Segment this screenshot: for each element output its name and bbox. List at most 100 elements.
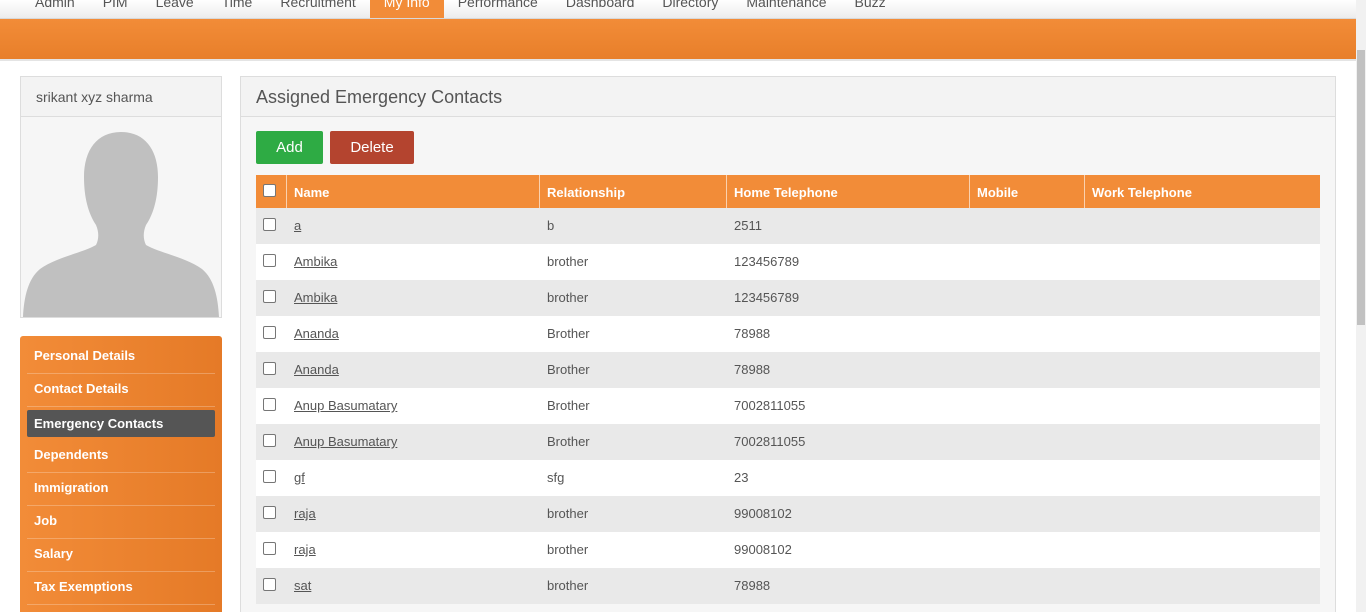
topnav-item-performance[interactable]: Performance xyxy=(444,0,552,18)
table-body: a b 2511 Ambika brother 123456789 Ambika brothe… xyxy=(256,208,1320,604)
topnav-item-buzz[interactable]: Buzz xyxy=(841,0,900,18)
table-row: Ananda Brother 78988 xyxy=(256,316,1320,352)
row-checkbox[interactable] xyxy=(263,470,276,483)
cell-work-telephone xyxy=(1085,424,1320,460)
cell-mobile xyxy=(970,316,1085,352)
cell-home-telephone: 99008102 xyxy=(734,542,792,557)
cell-work-telephone xyxy=(1085,568,1320,604)
add-button[interactable]: Add xyxy=(256,131,323,164)
cell-home-telephone: 123456789 xyxy=(734,254,800,269)
row-checkbox[interactable] xyxy=(263,290,276,303)
row-checkbox[interactable] xyxy=(263,254,276,267)
column-header-relationship[interactable]: Relationship xyxy=(540,175,727,208)
column-header-work-telephone[interactable]: Work Telephone xyxy=(1085,175,1320,208)
cell-mobile xyxy=(970,244,1085,280)
column-header-name[interactable]: Name xyxy=(287,175,540,208)
cell-name: sat xyxy=(287,568,540,604)
row-checkbox[interactable] xyxy=(263,218,276,231)
cell-home-telephone: 23 xyxy=(734,470,749,485)
top-menu: Admin PIM Leave Time Recruitment My Info Perfo… xyxy=(21,0,900,18)
table-row: sat brother 78988 xyxy=(256,568,1320,604)
delete-button[interactable]: Delete xyxy=(330,131,414,164)
sidebar-item-job[interactable]: Job xyxy=(27,506,215,539)
sidebar-item-immigration[interactable]: Immigration xyxy=(27,473,215,506)
top-navigation: Admin PIM Leave Time Recruitment My Info Perfo… xyxy=(0,0,1356,19)
row-checkbox[interactable] xyxy=(263,506,276,519)
cell-work-telephone xyxy=(1085,532,1320,568)
row-select-cell xyxy=(256,208,287,244)
table-row: raja brother 99008102 xyxy=(256,496,1320,532)
column-header-mobile[interactable]: Mobile xyxy=(970,175,1085,208)
avatar-silhouette-icon xyxy=(22,117,220,317)
header-select-cell xyxy=(256,175,287,208)
topnav-item-admin[interactable]: Admin xyxy=(21,0,89,18)
contact-name-link[interactable]: a xyxy=(294,218,301,233)
contact-name-link[interactable]: raja xyxy=(294,542,316,557)
profile-name: srikant xyz sharma xyxy=(21,77,221,117)
topnav-item-leave[interactable]: Leave xyxy=(142,0,208,18)
table-header: Name Relationship Home Telephone Mobile … xyxy=(256,175,1320,208)
sidebar-item-contact-details[interactable]: Contact Details xyxy=(27,374,215,407)
cell-mobile xyxy=(970,532,1085,568)
cell-work-telephone xyxy=(1085,460,1320,496)
contact-name-link[interactable]: Anup Basumatary xyxy=(294,398,397,413)
cell-work-telephone xyxy=(1085,352,1320,388)
cell-name: gf xyxy=(287,460,540,496)
cell-mobile xyxy=(970,388,1085,424)
cell-relationship: Brother xyxy=(547,398,590,413)
topnav-item-dashboard[interactable]: Dashboard xyxy=(552,0,649,18)
row-checkbox[interactable] xyxy=(263,398,276,411)
table-row: Ambika brother 123456789 xyxy=(256,280,1320,316)
avatar[interactable] xyxy=(22,117,220,317)
cell-relationship: Brother xyxy=(547,362,590,377)
cell-relationship: sfg xyxy=(547,470,565,485)
column-header-home-telephone[interactable]: Home Telephone xyxy=(727,175,970,208)
contact-name-link[interactable]: Ambika xyxy=(294,254,337,269)
contact-name-link[interactable]: Anup Basumatary xyxy=(294,434,397,449)
select-all-checkbox[interactable] xyxy=(263,184,276,197)
topnav-item-pim[interactable]: PIM xyxy=(89,0,142,18)
page-scrollbar[interactable] xyxy=(1356,0,1366,612)
row-checkbox[interactable] xyxy=(263,362,276,375)
contact-name-link[interactable]: Ananda xyxy=(294,362,339,377)
cell-name: raja xyxy=(287,496,540,532)
table-row: a b 2511 xyxy=(256,208,1320,244)
table-row: Ananda Brother 78988 xyxy=(256,352,1320,388)
cell-name: a xyxy=(287,208,540,244)
cell-relationship: brother xyxy=(547,506,589,521)
row-select-cell xyxy=(256,244,287,280)
row-checkbox[interactable] xyxy=(263,326,276,339)
contact-name-link[interactable]: Ambika xyxy=(294,290,337,305)
topnav-item-time[interactable]: Time xyxy=(208,0,267,18)
row-checkbox[interactable] xyxy=(263,542,276,555)
topnav-item-maintenance[interactable]: Maintenance xyxy=(732,0,840,18)
cell-mobile xyxy=(970,460,1085,496)
contact-name-link[interactable]: raja xyxy=(294,506,316,521)
contact-name-link[interactable]: gf xyxy=(294,470,305,485)
cell-work-telephone xyxy=(1085,496,1320,532)
sidebar-item-personal-details[interactable]: Personal Details xyxy=(27,341,215,374)
contact-name-link[interactable]: sat xyxy=(294,578,311,593)
cell-name: Ambika xyxy=(287,280,540,316)
cell-name: Ambika xyxy=(287,244,540,280)
cell-work-telephone xyxy=(1085,208,1320,244)
topnav-item-recruitment[interactable]: Recruitment xyxy=(266,0,369,18)
cell-mobile xyxy=(970,496,1085,532)
cell-home-telephone: 78988 xyxy=(734,326,771,341)
row-checkbox[interactable] xyxy=(263,578,276,591)
contact-name-link[interactable]: Ananda xyxy=(294,326,339,341)
row-select-cell xyxy=(256,532,287,568)
cell-name: Anup Basumatary xyxy=(287,388,540,424)
sidebar-item-salary[interactable]: Salary xyxy=(27,539,215,572)
scrollbar-thumb[interactable] xyxy=(1357,50,1365,325)
topnav-item-directory[interactable]: Directory xyxy=(648,0,732,18)
sidebar-item-dependents[interactable]: Dependents xyxy=(27,440,215,473)
cell-name: Anup Basumatary xyxy=(287,424,540,460)
topnav-item-my-info[interactable]: My Info xyxy=(369,0,444,18)
sidebar-menu: Personal Details Contact Details Emergency… xyxy=(20,336,222,612)
row-checkbox[interactable] xyxy=(263,434,276,447)
cell-relationship: b xyxy=(547,218,555,233)
cell-relationship: brother xyxy=(547,254,589,269)
sidebar-item-emergency-contacts[interactable]: Emergency Contacts xyxy=(27,410,215,437)
sidebar-item-tax-exemptions[interactable]: Tax Exemptions xyxy=(27,572,215,605)
